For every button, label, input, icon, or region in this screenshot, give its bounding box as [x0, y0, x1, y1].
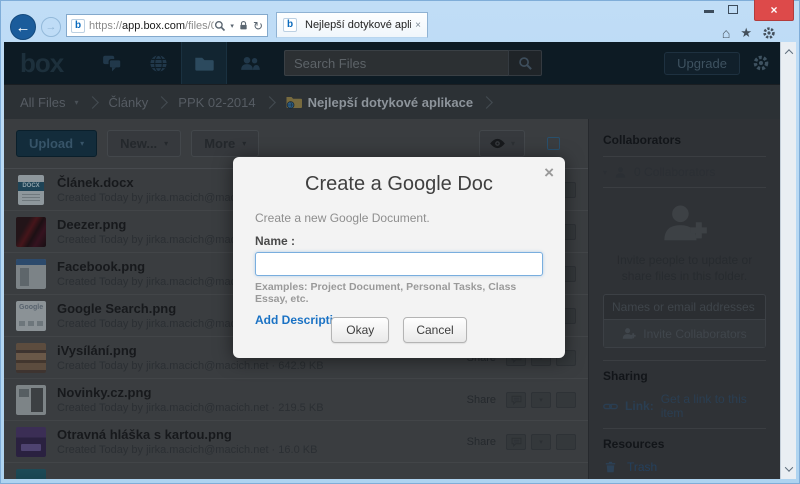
- home-icon[interactable]: ⌂: [722, 25, 730, 41]
- tab-close-icon[interactable]: ×: [415, 20, 421, 31]
- tab-title: Nejlepší dotykové aplikace ...: [305, 19, 411, 31]
- scroll-up-arrow[interactable]: [781, 44, 797, 60]
- browser-settings-gear-icon[interactable]: [762, 26, 776, 40]
- url-text: https://app.box.com/files/0/f: [89, 20, 214, 32]
- forward-arrow-icon: →: [46, 21, 57, 33]
- scroll-down-arrow[interactable]: [781, 461, 797, 477]
- address-bar[interactable]: b https://app.box.com/files/0/f ▾ ↻: [66, 14, 268, 37]
- create-google-doc-dialog: × Create a Google Doc Create a new Googl…: [233, 157, 565, 358]
- search-provider-caret-icon[interactable]: ▾: [230, 22, 234, 30]
- doc-name-input[interactable]: [255, 252, 543, 276]
- window-close-button[interactable]: ×: [754, 0, 794, 21]
- address-search-icon[interactable]: [214, 20, 226, 32]
- cancel-button[interactable]: Cancel: [403, 317, 466, 343]
- dialog-title: Create a Google Doc: [233, 173, 565, 196]
- back-arrow-icon: ←: [16, 19, 31, 36]
- page-scrollbar[interactable]: [780, 42, 796, 479]
- back-button[interactable]: ←: [10, 14, 36, 40]
- name-examples-hint: Examples: Project Document, Personal Tas…: [255, 281, 543, 305]
- minimize-button[interactable]: [704, 10, 714, 13]
- refresh-icon[interactable]: ↻: [253, 19, 263, 33]
- browser-chrome: ← → b https://app.box.com/files/0/f ▾ ↻ …: [0, 0, 800, 42]
- lock-icon: [238, 20, 249, 31]
- box-favicon: b: [71, 19, 85, 33]
- browser-tab[interactable]: b Nejlepší dotykové aplikace ... ×: [276, 12, 428, 38]
- doc-name-label: Name :: [255, 234, 543, 248]
- close-x-icon: ×: [770, 3, 777, 17]
- dialog-description: Create a new Google Document.: [255, 211, 543, 225]
- maximize-button[interactable]: [728, 5, 738, 14]
- okay-button[interactable]: Okay: [331, 317, 389, 343]
- favorites-star-icon[interactable]: ★: [740, 25, 752, 41]
- browser-window: ← → b https://app.box.com/files/0/f ▾ ↻ …: [0, 0, 800, 484]
- forward-button[interactable]: →: [41, 17, 61, 37]
- dialog-close-icon[interactable]: ×: [544, 163, 554, 183]
- tab-favicon: b: [283, 18, 297, 32]
